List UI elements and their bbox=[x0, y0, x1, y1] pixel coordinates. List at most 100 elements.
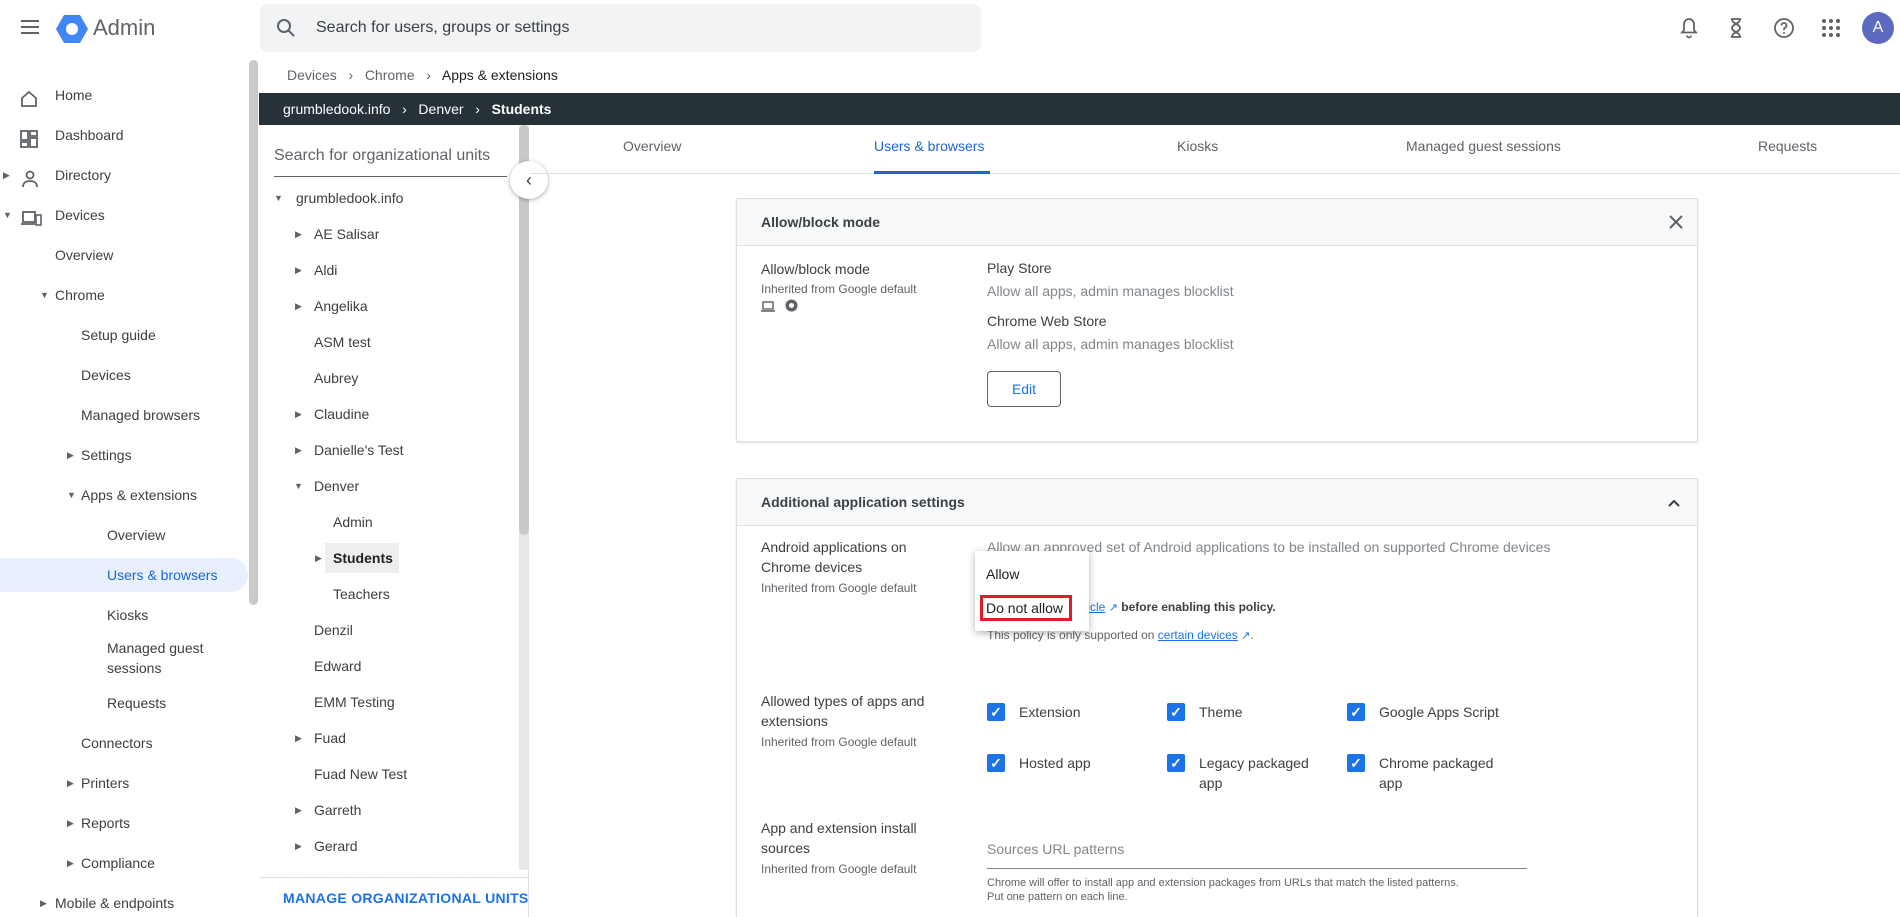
nav-compliance[interactable]: ▶ Compliance bbox=[0, 846, 248, 880]
chrome-packaged-app-checkbox[interactable]: ✓ bbox=[1347, 754, 1365, 772]
collapse-panel-button[interactable]: ‹ bbox=[510, 161, 548, 199]
search-input[interactable]: Search for users, groups or settings bbox=[316, 19, 569, 37]
ou-item[interactable]: ASM test bbox=[289, 327, 509, 357]
ou-root[interactable]: ▼ grumbledook.info bbox=[274, 183, 514, 213]
tab-users-browsers[interactable]: Users & browsers bbox=[874, 138, 984, 154]
manage-org-units-button[interactable]: MANAGE ORGANIZATIONAL UNITS bbox=[283, 890, 529, 906]
nav-devices[interactable]: ▼ Devices bbox=[0, 198, 248, 232]
ou-item[interactable]: ▶ AE Salisar bbox=[289, 219, 509, 249]
nav-scrollbar[interactable] bbox=[249, 60, 258, 605]
expand-arrow-icon[interactable]: ▶ bbox=[295, 255, 302, 285]
nav-kiosks[interactable]: Kiosks bbox=[0, 598, 248, 632]
ou-item[interactable]: EMM Testing bbox=[289, 687, 509, 717]
ou-item[interactable]: ▶ Aldi bbox=[289, 255, 509, 285]
collapse-arrow-icon[interactable]: ▼ bbox=[40, 278, 49, 312]
play-store-value: Allow all apps, admin manages blocklist bbox=[987, 283, 1234, 299]
chevron-up-icon[interactable] bbox=[1666, 495, 1682, 511]
nav-managed-browsers[interactable]: Managed browsers bbox=[0, 398, 248, 432]
breadcrumb-item[interactable]: Chrome bbox=[365, 67, 415, 83]
expand-arrow-icon[interactable]: ▶ bbox=[295, 723, 302, 753]
ou-item[interactable]: ▶ Fuad bbox=[289, 723, 509, 753]
notifications-icon[interactable] bbox=[1677, 16, 1701, 40]
certain-devices-link[interactable]: certain devices bbox=[1158, 628, 1238, 642]
nav-apps-overview[interactable]: Overview bbox=[0, 518, 248, 552]
nav-settings[interactable]: ▶ Settings bbox=[0, 438, 248, 472]
ou-item[interactable]: Admin bbox=[309, 507, 509, 537]
nav-apps-extensions[interactable]: ▼ Apps & extensions bbox=[0, 478, 248, 512]
nav-managed-guest-sessions[interactable]: Managed guest sessions bbox=[0, 634, 248, 682]
nav-connectors[interactable]: Connectors bbox=[0, 726, 248, 760]
org-path-item[interactable]: grumbledook.info bbox=[283, 101, 390, 117]
collapse-arrow-icon[interactable]: ▼ bbox=[3, 198, 12, 232]
sources-url-input[interactable]: Sources URL patterns bbox=[987, 841, 1527, 869]
collapse-arrow-icon[interactable]: ▼ bbox=[274, 183, 283, 213]
ou-item[interactable]: ▶ Angelika bbox=[289, 291, 509, 321]
ou-search-input[interactable]: Search for organizational units bbox=[274, 147, 507, 177]
nav-printers[interactable]: ▶ Printers bbox=[0, 766, 248, 800]
theme-checkbox[interactable]: ✓ bbox=[1167, 703, 1185, 721]
nav-setup-guide[interactable]: Setup guide bbox=[0, 318, 248, 352]
nav-devices-overview[interactable]: Overview bbox=[0, 238, 248, 272]
expand-arrow-icon[interactable]: ▶ bbox=[40, 886, 47, 917]
org-path-item[interactable]: Denver bbox=[418, 101, 463, 117]
tab-overview[interactable]: Overview bbox=[623, 138, 681, 154]
expand-arrow-icon[interactable]: ▶ bbox=[315, 543, 322, 573]
ou-item[interactable]: Teachers bbox=[309, 579, 509, 609]
dropdown-option-allow[interactable]: Allow bbox=[986, 566, 1019, 582]
ou-item-students[interactable]: ▶ Students bbox=[309, 543, 509, 573]
expand-arrow-icon[interactable]: ▶ bbox=[295, 435, 302, 465]
apps-script-checkbox[interactable]: ✓ bbox=[1347, 703, 1365, 721]
ou-item[interactable]: Edward bbox=[289, 651, 509, 681]
expand-arrow-icon[interactable]: ▶ bbox=[3, 158, 10, 192]
nav-directory[interactable]: ▶ Directory bbox=[0, 158, 248, 192]
main-menu-icon[interactable] bbox=[18, 16, 42, 40]
expand-arrow-icon[interactable]: ▶ bbox=[295, 831, 302, 861]
collapse-arrow-icon[interactable]: ▼ bbox=[294, 471, 303, 501]
extension-checkbox[interactable]: ✓ bbox=[987, 703, 1005, 721]
expand-arrow-icon[interactable]: ▶ bbox=[67, 766, 74, 800]
app-title[interactable]: Admin bbox=[93, 15, 155, 41]
close-icon[interactable] bbox=[1668, 214, 1684, 230]
nav-requests[interactable]: Requests bbox=[0, 686, 248, 720]
avatar[interactable]: A bbox=[1862, 12, 1894, 44]
ou-item[interactable]: Aubrey bbox=[289, 363, 509, 393]
expand-arrow-icon[interactable]: ▶ bbox=[67, 806, 74, 840]
ou-item-denver[interactable]: ▼ Denver bbox=[289, 471, 509, 501]
tab-managed-guest-sessions[interactable]: Managed guest sessions bbox=[1406, 138, 1561, 154]
nav-home[interactable]: Home bbox=[0, 78, 248, 112]
nav-dashboard[interactable]: Dashboard bbox=[0, 118, 248, 152]
nav-users-browsers[interactable]: Users & browsers bbox=[0, 558, 248, 592]
dropdown-option-do-not-allow[interactable]: Do not allow bbox=[986, 600, 1063, 616]
nav-mobile-endpoints[interactable]: ▶ Mobile & endpoints bbox=[0, 886, 248, 917]
ou-item[interactable]: ▶ Gerard bbox=[289, 831, 509, 861]
legacy-packaged-app-checkbox[interactable]: ✓ bbox=[1167, 754, 1185, 772]
help-icon[interactable] bbox=[1772, 16, 1796, 40]
ou-item[interactable]: ▶ Garreth bbox=[289, 795, 509, 825]
edit-button[interactable]: Edit bbox=[987, 371, 1061, 407]
nav-chrome-devices[interactable]: Devices bbox=[0, 358, 248, 392]
admin-logo-icon[interactable] bbox=[56, 14, 88, 44]
global-search[interactable]: Search for users, groups or settings bbox=[260, 4, 981, 52]
expand-arrow-icon[interactable]: ▶ bbox=[295, 219, 302, 249]
home-icon bbox=[20, 86, 38, 107]
ou-item[interactable]: Denzil bbox=[289, 615, 509, 645]
hourglass-icon[interactable] bbox=[1724, 16, 1748, 40]
expand-arrow-icon[interactable]: ▶ bbox=[67, 846, 74, 880]
allowed-types-label: Allowed types of apps and extensions bbox=[761, 693, 925, 729]
tab-requests[interactable]: Requests bbox=[1758, 138, 1817, 154]
nav-reports[interactable]: ▶ Reports bbox=[0, 806, 248, 840]
tab-kiosks[interactable]: Kiosks bbox=[1177, 138, 1218, 154]
apps-grid-icon[interactable] bbox=[1819, 16, 1843, 40]
breadcrumb-item[interactable]: Devices bbox=[287, 67, 337, 83]
expand-arrow-icon[interactable]: ▶ bbox=[67, 438, 74, 472]
expand-arrow-icon[interactable]: ▶ bbox=[295, 291, 302, 321]
hosted-app-checkbox[interactable]: ✓ bbox=[987, 754, 1005, 772]
ou-item[interactable]: Fuad New Test bbox=[289, 759, 509, 789]
ou-item[interactable]: ▶ Danielle's Test bbox=[289, 435, 509, 465]
nav-chrome[interactable]: ▼ Chrome bbox=[0, 278, 248, 312]
expand-arrow-icon[interactable]: ▶ bbox=[295, 795, 302, 825]
ou-item[interactable]: ▶ Claudine bbox=[289, 399, 509, 429]
collapse-arrow-icon[interactable]: ▼ bbox=[67, 478, 76, 512]
sources-help-text: Chrome will offer to install app and ext… bbox=[987, 877, 1459, 903]
expand-arrow-icon[interactable]: ▶ bbox=[295, 399, 302, 429]
